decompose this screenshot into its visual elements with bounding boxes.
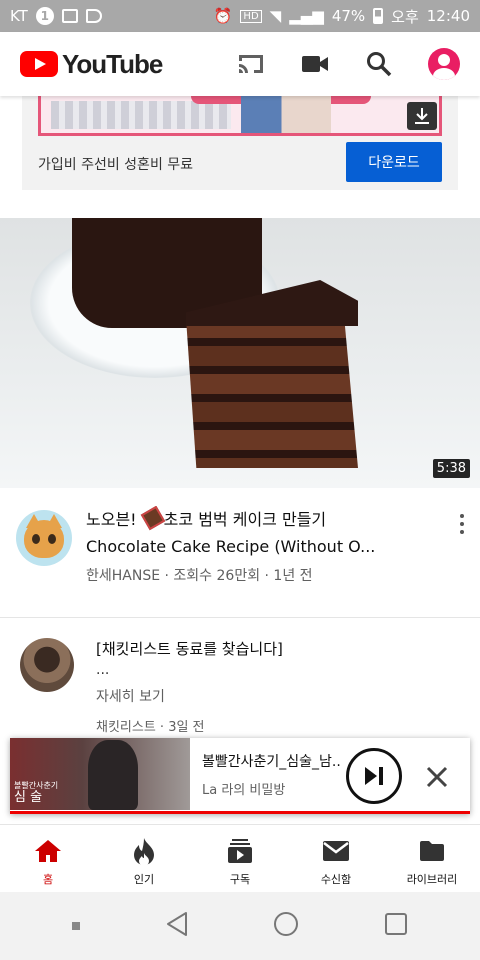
- play-store-icon: [85, 9, 102, 23]
- carrier-badge: 1: [35, 7, 54, 25]
- nav-inbox[interactable]: 수신함: [288, 825, 384, 892]
- post-meta: 채킷리스트 · 3일 전: [96, 720, 205, 735]
- hd-voice-icon: HD: [240, 9, 262, 23]
- mini-player-title[interactable]: 볼빨간사춘기_심술_남..: [202, 751, 342, 771]
- post-channel-avatar[interactable]: [20, 638, 74, 692]
- mini-player-channel: La 라의 비밀방: [202, 783, 286, 798]
- nav-inbox-label: 수신함: [320, 873, 352, 886]
- post-title: [채킷리스트 동료를 찾습니다]: [96, 640, 283, 658]
- mini-player-thumbnail[interactable]: 볼빨간사춘기 심 술: [10, 738, 190, 810]
- ad-banner-image[interactable]: [38, 96, 442, 136]
- ad-text: 가입비 주선비 성혼비 무료: [38, 157, 194, 173]
- subscriptions-icon: [225, 837, 255, 865]
- nav-library[interactable]: 라이브러리: [384, 825, 480, 892]
- chocolate-emoji-icon: [140, 506, 165, 531]
- home-circle-icon[interactable]: [273, 911, 299, 941]
- download-icon[interactable]: [407, 102, 437, 130]
- post-ellipsis: ...: [96, 662, 110, 678]
- video-thumbnail[interactable]: 5:38: [0, 218, 480, 488]
- signal-icon: ▂▄▆: [289, 7, 324, 25]
- gallery-icon: [61, 9, 78, 23]
- mini-player-progress: [10, 811, 470, 814]
- home-icon: [33, 837, 63, 865]
- mini-thumb-song: 심 술: [14, 790, 43, 805]
- video-duration: 5:38: [432, 459, 470, 478]
- nav-library-label: 라이브러리: [406, 873, 458, 886]
- battery-icon: [373, 8, 384, 24]
- search-icon[interactable]: [364, 49, 394, 79]
- back-icon[interactable]: [165, 911, 189, 941]
- nav-home-label: 홈: [42, 873, 54, 886]
- video-title-part1: 노오븐!: [86, 510, 142, 529]
- youtube-logo[interactable]: YouTube: [20, 48, 163, 80]
- nav-trending-label: 인기: [133, 873, 155, 886]
- ampm-label: 오후: [391, 7, 419, 26]
- video-title[interactable]: 노오븐! 초코 범벅 케이크 만들기 Chocolate Cake Recipe…: [86, 506, 426, 560]
- status-bar: KT 1 ⏰ HD ◥ ▂▄▆ 47% 오후 12:40: [0, 0, 480, 32]
- app-header: YouTube: [0, 32, 480, 96]
- cast-icon[interactable]: [236, 49, 266, 79]
- play-pause-button[interactable]: [346, 748, 402, 804]
- read-more-link[interactable]: 자세히 보기: [96, 686, 165, 706]
- mini-player[interactable]: 볼빨간사춘기 심 술 볼빨간사춘기_심술_남.. La 라의 비밀방: [10, 738, 470, 814]
- mail-icon: [321, 837, 351, 865]
- more-options-icon[interactable]: [456, 514, 468, 534]
- video-info[interactable]: 노오븐! 초코 범벅 케이크 만들기 Chocolate Cake Recipe…: [0, 488, 480, 618]
- nav-trending[interactable]: 인기: [96, 825, 192, 892]
- close-icon[interactable]: [424, 764, 450, 790]
- community-post[interactable]: [채킷리스트 동료를 찾습니다] ... 자세히 보기 채킷리스트 · 3일 전: [0, 618, 480, 758]
- nav-subscriptions-label: 구독: [229, 873, 251, 886]
- nav-subscriptions[interactable]: 구독: [192, 825, 288, 892]
- account-avatar[interactable]: [428, 48, 460, 80]
- thumbnail-cake-slice: [180, 280, 360, 475]
- nav-home[interactable]: 홈: [0, 825, 96, 892]
- video-title-part2: 초코 범벅 케이크 만들기: [163, 510, 327, 529]
- folder-icon: [417, 837, 447, 865]
- mini-player-progress-fill: [10, 811, 470, 814]
- ad-banner-couple: [241, 96, 331, 133]
- bottom-navigation: 홈 인기 구독 수신함 라이브러리: [0, 824, 480, 892]
- skip-next-icon: [365, 767, 383, 785]
- battery-percent: 47%: [331, 7, 366, 25]
- carrier-label: KT: [10, 7, 28, 25]
- overview-icon[interactable]: [384, 912, 408, 940]
- mini-player-figure: [88, 740, 138, 810]
- channel-avatar[interactable]: [16, 510, 72, 566]
- system-navigation-bar: [0, 892, 480, 960]
- ad-download-button[interactable]: 다운로드: [346, 142, 442, 182]
- ad-banner-city: [51, 101, 231, 129]
- youtube-logo-icon: [20, 51, 58, 77]
- wifi-icon: ◥: [269, 7, 282, 25]
- camera-icon[interactable]: [300, 49, 330, 79]
- clock: 12:40: [426, 7, 470, 25]
- ad-card[interactable]: 가입비 주선비 성혼비 무료 다운로드: [22, 96, 458, 190]
- youtube-logo-text: YouTube: [62, 48, 163, 79]
- cat-face-icon: [24, 520, 64, 558]
- alarm-icon: ⏰: [213, 7, 233, 25]
- recents-dot-icon[interactable]: [72, 922, 81, 930]
- video-meta: 한세HANSE · 조회수 26만회 · 1년 전: [86, 568, 313, 584]
- flame-icon: [129, 837, 159, 865]
- video-title-line2: Chocolate Cake Recipe (Without O...: [86, 537, 376, 556]
